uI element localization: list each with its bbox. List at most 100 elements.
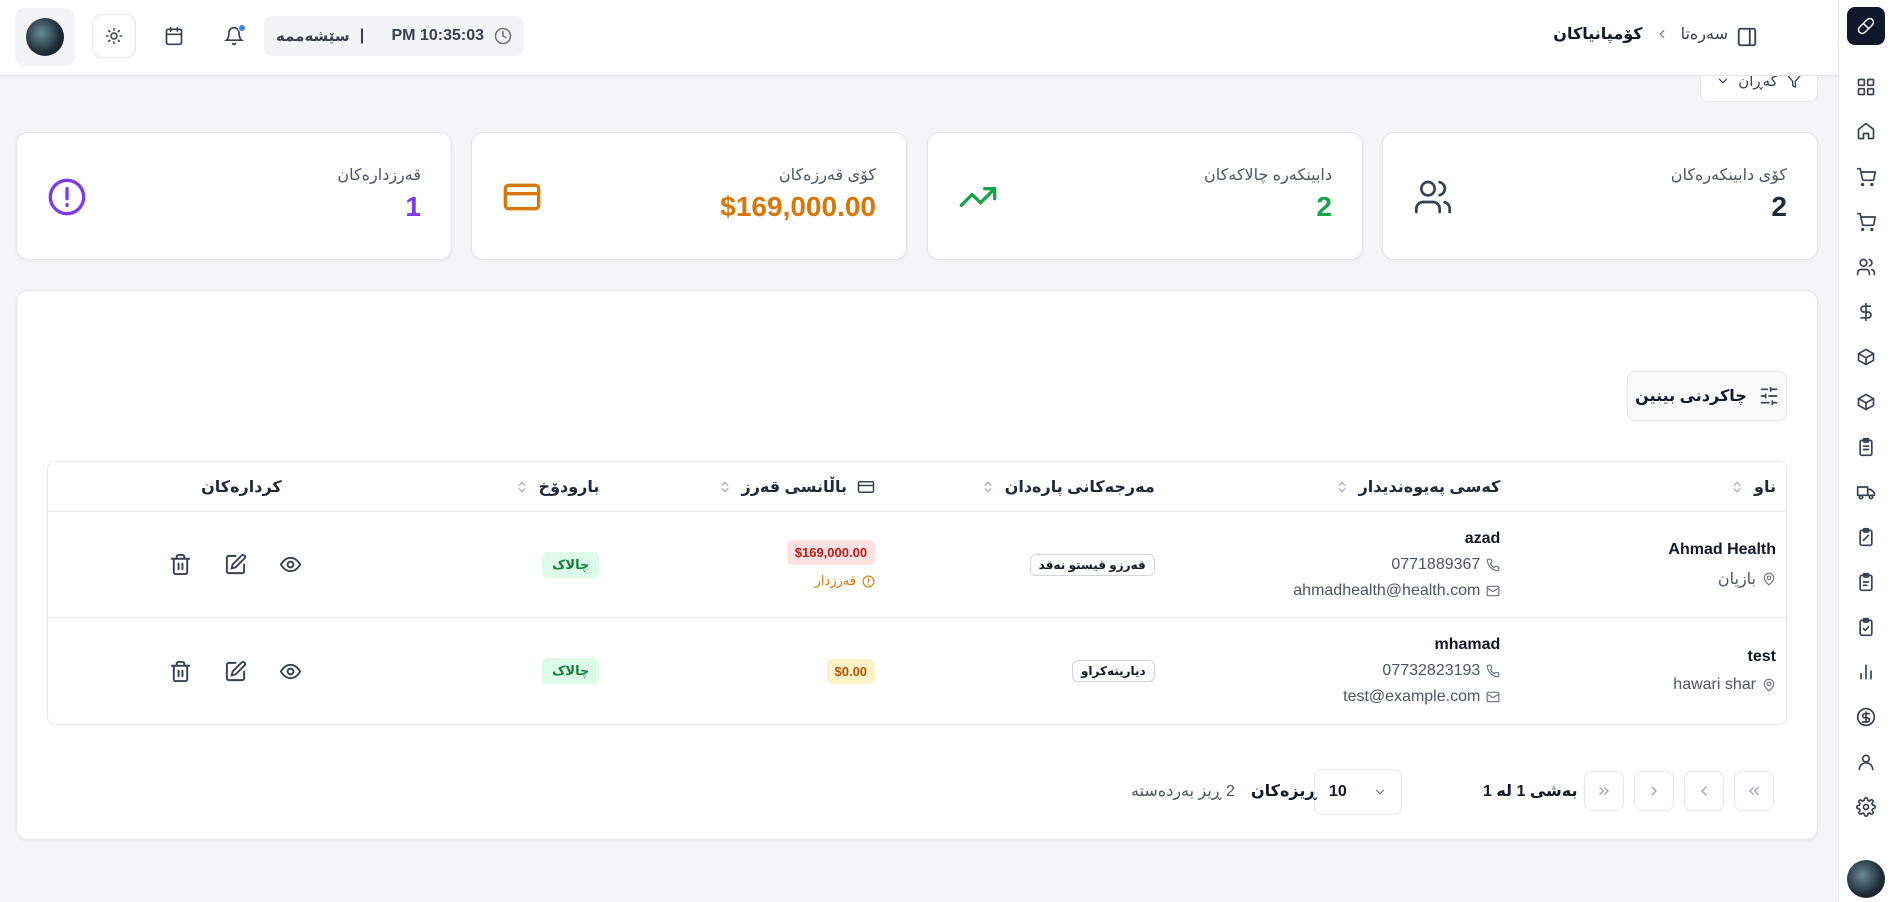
payment-terms-cell: دیارینەکراو [885,618,1165,724]
cart-return-icon[interactable] [1856,212,1876,232]
delete-trash-icon[interactable] [169,553,192,576]
column-header-payment-terms[interactable]: مەرجەکانی پارەدان [885,462,1165,511]
users-icon[interactable] [1856,257,1876,277]
location: hawari shar [1520,676,1776,694]
clock-separator: | [359,27,365,44]
stat-card-active-suppliers: دابینکەرە چالاکەکان 2 [927,132,1363,260]
contact-name: mhamad [1434,636,1501,653]
stat-card-total-debts: کۆی قەرزەکان $169,000.00 [471,132,907,260]
dashboard-grid-icon[interactable] [1856,77,1876,97]
suppliers-panel: چاکردنی بینین ناو کەسی پەیوەندیدار مەرجە… [16,290,1818,840]
pagination: بەشی 1 لە 1 10 ڕیزەکان 2 ڕیز بەردەستە [17,753,1817,815]
table-row: Ahmad Health بازیان azad 0771889367 ahma… [48,512,1786,618]
edit-icon[interactable] [224,553,247,576]
sort-icon [718,480,732,494]
map-pin-icon [1762,572,1776,586]
column-header-debt-balance[interactable]: باڵانسی قەرز [609,462,885,511]
rows-per-page-select[interactable]: 10 [1314,769,1402,815]
debtor-indicator: قەرزدار [619,573,875,589]
sort-icon [515,480,529,494]
rail-avatar[interactable] [1847,860,1885,898]
column-header-contact[interactable]: کەسی پەیوەندیدار [1165,462,1511,511]
credit-card-icon [857,478,875,496]
chevron-left-icon [1655,27,1669,41]
status-badge: چالاک [542,551,600,578]
stat-value: 2 [1316,191,1332,222]
pill-logo-icon[interactable] [1847,7,1885,45]
first-page-icon[interactable] [1734,771,1774,811]
credit-card-icon [502,177,542,217]
stat-value: $169,000.00 [720,191,876,222]
status-cell: چالاک [332,512,610,617]
day-label: سێشەممە [276,28,350,45]
view-eye-icon[interactable] [279,553,302,576]
home-icon[interactable] [1856,121,1876,141]
edit-icon[interactable] [224,660,247,683]
rows-per-page-value: 10 [1329,783,1347,800]
stat-label: کۆی قەرزەکان [778,167,876,184]
clipboard-edit-icon[interactable] [1856,527,1876,547]
clipboard-list-icon[interactable] [1856,437,1876,457]
column-visibility-button[interactable]: چاکردنی بینین [1627,371,1787,421]
rows-available: 2 ڕیز بەردەستە [1131,783,1235,800]
rows-label: ڕیزەکان [1251,783,1317,800]
settings-icon[interactable] [1856,797,1876,817]
cart-icon[interactable] [1856,167,1876,187]
package-icon[interactable] [1856,347,1876,367]
phone-icon [1486,664,1500,678]
clock-icon [494,27,512,45]
last-page-icon[interactable] [1584,771,1624,811]
notification-dot [238,24,246,32]
payment-terms-badge: دیارینەکراو [1071,660,1155,682]
mail-icon [1486,584,1500,598]
theme-toggle-sun-icon[interactable] [92,14,136,58]
clipboard-check-icon[interactable] [1856,617,1876,637]
view-eye-icon[interactable] [279,660,302,683]
notifications-bell-icon[interactable] [212,14,256,58]
table-row: test hawari shar mhamad 07732823193 test… [48,618,1786,724]
alert-circle-icon [47,177,87,217]
column-header-status[interactable]: بارودۆخ [332,462,610,511]
next-page-icon[interactable] [1634,771,1674,811]
name-cell: Ahmad Health بازیان [1510,512,1786,617]
stat-label: دابینکەرە چالاکەکان [1204,167,1332,184]
stat-label: کۆی دابینکەرەکان [1670,167,1787,184]
name-cell: test hawari shar [1510,618,1786,724]
user-avatar[interactable] [15,8,75,66]
column-visibility-label: چاکردنی بینین [1635,388,1747,405]
actions-cell [48,512,332,617]
alert-circle-icon [862,575,875,588]
delete-trash-icon[interactable] [169,660,192,683]
users-icon [1413,177,1453,217]
stat-card-total-suppliers: کۆی دابینکەرەکان 2 [1382,132,1818,260]
sort-icon [1335,480,1349,494]
column-header-name[interactable]: ناو [1510,462,1786,511]
stat-value: 1 [405,191,421,222]
previous-page-icon[interactable] [1684,771,1724,811]
breadcrumb-home[interactable]: سەرەتا [1681,24,1728,44]
balance-cell: $0.00 [609,618,885,724]
payment-terms-cell: قەرزو قیستو نەقد [885,512,1165,617]
sidebar-toggle-icon[interactable] [1736,26,1758,48]
truck-icon[interactable] [1856,482,1876,502]
location: بازیان [1520,569,1776,589]
suppliers-table: ناو کەسی پەیوەندیدار مەرجەکانی پارەدان ب… [47,461,1787,725]
clipboard-icon[interactable] [1856,572,1876,592]
sliders-icon [1759,386,1779,406]
balance-badge: $169,000.00 [786,540,876,565]
bar-chart-icon[interactable] [1856,662,1876,682]
package-alt-icon[interactable] [1856,392,1876,412]
user-icon[interactable] [1856,752,1876,772]
phone-icon [1486,558,1500,572]
balance-cell: $169,000.00 قەرزدار [609,512,885,617]
calendar-icon[interactable] [152,14,196,58]
status-badge: چالاک [542,658,600,684]
supplier-name[interactable]: test [1520,648,1776,666]
balance-badge: $0.00 [826,658,876,684]
sort-icon [981,480,995,494]
mail-icon [1486,690,1500,704]
dollar-icon[interactable] [1856,302,1876,322]
email: test@example.com [1175,688,1501,706]
supplier-name[interactable]: Ahmad Health [1520,541,1776,559]
dollar-circle-icon[interactable] [1856,707,1876,727]
